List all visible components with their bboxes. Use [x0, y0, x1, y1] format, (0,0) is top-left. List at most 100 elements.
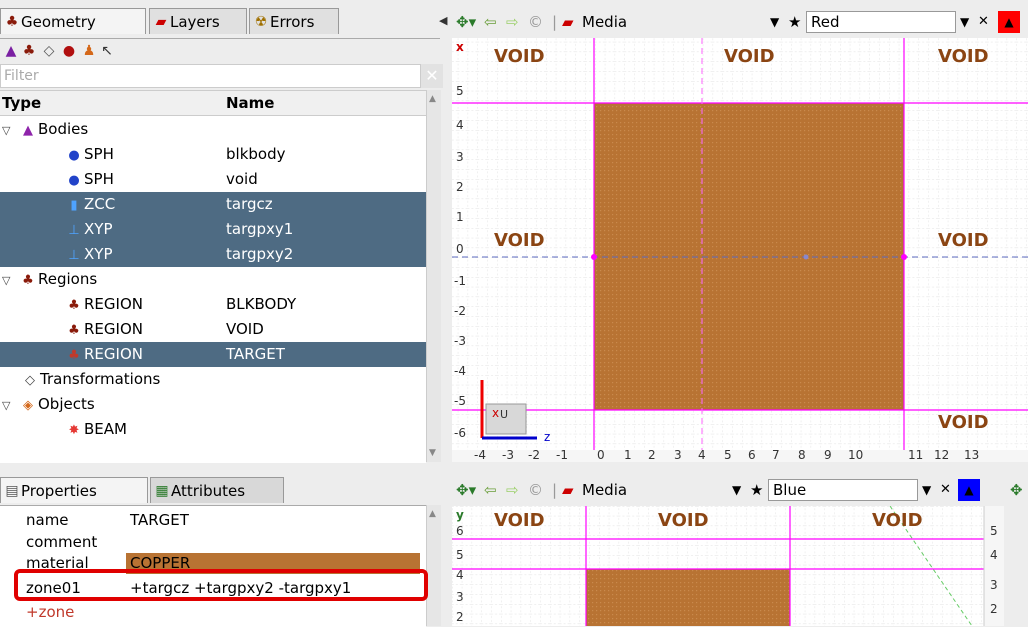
close-icon[interactable]: ✕ [978, 8, 989, 36]
add-zone-label: +zone [26, 603, 75, 621]
target-region[interactable] [586, 569, 790, 626]
expand-icon[interactable]: ▽ [2, 268, 18, 293]
arrow-left-icon[interactable]: ⇦ [484, 8, 497, 36]
arrow-left-icon[interactable]: ⇦ [484, 476, 497, 504]
tree-row-type: Transformations [40, 370, 161, 388]
layer-select[interactable]: Media [582, 8, 627, 36]
tab-layers[interactable]: ▰ Layers [149, 8, 247, 34]
clear-filter-icon[interactable]: ✕ [421, 64, 443, 88]
tab-errors[interactable]: ☢ Errors [249, 8, 339, 34]
tree-row-type: BEAM [84, 420, 127, 438]
bottom-viewport[interactable]: y 6 5 4 3 2 5 4 3 2 VOID VOID VOID [452, 506, 1004, 626]
top-viewport[interactable]: x x z U 5 4 3 2 1 0 -1 -2 -3 -4 -5 -6 -4… [452, 38, 1028, 462]
tab-attributes[interactable]: ▦ Attributes [150, 477, 284, 503]
y-tick: 2 [456, 180, 464, 194]
orientation-button[interactable]: U [500, 408, 508, 421]
add-marker-icon[interactable]: ♟ [80, 42, 98, 60]
tree-row-name: VOID [226, 320, 264, 338]
y-tick: -6 [454, 426, 466, 440]
scroll-down-icon[interactable]: ▼ [429, 448, 436, 458]
tree-row-blkbody-region[interactable]: ♣ REGION BLKBODY [0, 292, 426, 317]
color-select[interactable]: Red [806, 11, 956, 33]
move-icon[interactable]: ✥▾ [456, 476, 476, 504]
tree-row-targpxy2[interactable]: ⊥ XYP targpxy2 [0, 242, 426, 267]
tree-row-beam[interactable]: ✸ BEAM [0, 417, 426, 442]
star-icon[interactable]: ★ [750, 476, 763, 504]
bottom-viewport-toolbar: ✥▾ ⇦ ⇨ © | ▰ Media ▼ ★ Blue ▼ ✕ ▲ ✥ [452, 476, 1028, 504]
scroll-up-icon[interactable]: ▲ [429, 94, 436, 104]
region-icon: ♣ [68, 323, 80, 338]
tree-row-void[interactable]: ● SPH void [0, 167, 426, 192]
color-select[interactable]: Blue [768, 479, 918, 501]
void-label: VOID [938, 230, 989, 251]
collapse-arrow-icon[interactable]: ◀ [439, 14, 447, 27]
tab-geometry-label: Geometry [21, 13, 96, 31]
tab-geometry[interactable]: ♣ Geometry [0, 8, 146, 34]
move-icon[interactable]: ✥ [1010, 476, 1023, 504]
tree-row-objects[interactable]: ▽ ◈ Objects [0, 392, 426, 417]
properties-scrollbar[interactable]: ▲ [426, 505, 441, 626]
scroll-up-icon[interactable]: ▲ [429, 509, 436, 519]
type-column-header[interactable]: Type [2, 91, 41, 115]
x-tick: 11 [908, 448, 924, 462]
y-tick-right: 3 [990, 578, 998, 592]
dropdown-icon[interactable]: ▼ [770, 8, 779, 36]
x-tick: -1 [556, 448, 568, 462]
tree-row-name: targcz [226, 195, 273, 213]
y-tick: 1 [456, 210, 464, 224]
pointer-icon[interactable]: ↖ [98, 42, 116, 60]
property-row-add-zone[interactable]: +zone [0, 602, 426, 623]
tree-row-type: XYP [84, 245, 113, 263]
expand-icon[interactable]: ▽ [2, 393, 18, 418]
tree-row-regions[interactable]: ▽ ♣ Regions [0, 267, 426, 292]
star-icon[interactable]: ★ [788, 8, 801, 36]
gizmo-x-label: x [492, 406, 500, 420]
y-tick: -4 [454, 364, 466, 378]
left-panel: ♣ Geometry ▰ Layers ☢ Errors ◀ ▲ ♣ ◇ ● ♟ ↖ … [0, 0, 448, 627]
refresh-icon[interactable]: © [528, 476, 543, 504]
tree-scrollbar[interactable]: ▲ ▼ [426, 90, 441, 462]
x-tick: 5 [724, 448, 732, 462]
tree-row-bodies[interactable]: ▽ ▲ Bodies [0, 117, 426, 142]
gizmo-z-label: z [544, 430, 551, 444]
x-tick: 7 [772, 448, 780, 462]
add-object-icon[interactable]: ● [60, 42, 78, 60]
arrow-right-icon[interactable]: ⇨ [506, 476, 519, 504]
filter-input[interactable]: Filter [0, 64, 421, 88]
y-tick: 4 [456, 568, 464, 582]
void-label: VOID [494, 46, 545, 67]
plane-icon: ⊥ [68, 248, 80, 263]
add-transformation-icon[interactable]: ◇ [40, 42, 58, 60]
add-body-icon[interactable]: ▲ [2, 42, 20, 60]
color-swatch[interactable]: ▲ [958, 479, 980, 501]
property-row-comment: comment [0, 532, 426, 553]
y-tick: 3 [456, 150, 464, 164]
close-icon[interactable]: ✕ [940, 476, 951, 504]
tree-row-target-region[interactable]: ♣ REGION TARGET [0, 342, 426, 367]
arrow-right-icon[interactable]: ⇨ [506, 8, 519, 36]
tab-properties[interactable]: ▤ Properties [0, 477, 148, 503]
property-value[interactable]: TARGET [130, 510, 189, 531]
expand-icon[interactable]: ▽ [2, 118, 18, 143]
transformations-icon: ◇ [25, 373, 35, 388]
tree-row-void-region[interactable]: ♣ REGION VOID [0, 317, 426, 342]
color-swatch[interactable]: ▲ [998, 11, 1020, 33]
layer-icon: ▰ [562, 481, 574, 499]
layer-icon: ▰ [562, 13, 574, 31]
name-column-header[interactable]: Name [226, 91, 274, 115]
x-tick: 12 [934, 448, 950, 462]
tree-row-targpxy1[interactable]: ⊥ XYP targpxy1 [0, 217, 426, 242]
tree-row-blkbody[interactable]: ● SPH blkbody [0, 142, 426, 167]
dropdown-icon[interactable]: ▼ [922, 476, 931, 504]
layer-select[interactable]: Media [582, 476, 627, 504]
void-label: VOID [938, 46, 989, 67]
dropdown-icon[interactable]: ▼ [960, 8, 969, 36]
tree-row-transformations[interactable]: ◇ Transformations [0, 367, 426, 392]
x-tick: -4 [474, 448, 486, 462]
refresh-icon[interactable]: © [528, 8, 543, 36]
tree-row-targcz[interactable]: ▮ ZCC targcz [0, 192, 426, 217]
move-icon[interactable]: ✥▾ [456, 8, 476, 36]
dropdown-icon[interactable]: ▼ [732, 476, 741, 504]
y-tick: 4 [456, 118, 464, 132]
add-region-icon[interactable]: ♣ [20, 42, 38, 60]
